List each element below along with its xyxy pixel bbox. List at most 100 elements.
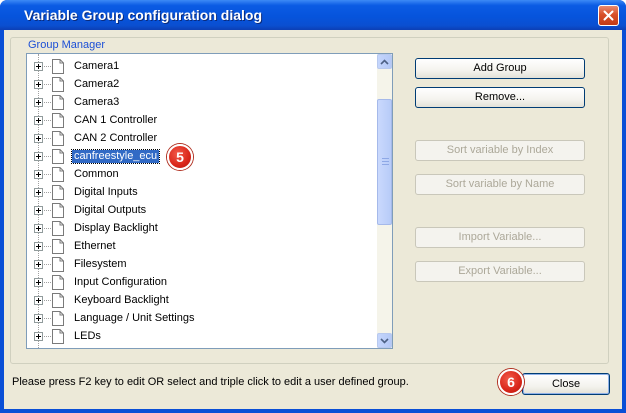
document-icon	[52, 113, 64, 128]
tree-item[interactable]: Camera2	[27, 76, 377, 94]
chevron-up-icon	[380, 58, 389, 65]
tree-item-label[interactable]: Camera2	[72, 78, 121, 91]
tree-item[interactable]: LEDs	[27, 328, 377, 346]
tree-item-label[interactable]: Common	[72, 168, 121, 181]
tree-item[interactable]: CAN 1 Controller	[27, 112, 377, 130]
tree-item-label[interactable]: Input Configuration	[72, 276, 169, 289]
expand-plus-icon[interactable]	[34, 242, 43, 251]
tree-connector-line	[44, 318, 51, 319]
tree-connector-line	[44, 120, 51, 121]
tree-connector-line	[44, 192, 51, 193]
tree-item[interactable]: canfreestyle_ecu	[27, 148, 377, 166]
document-icon	[52, 203, 64, 218]
expand-plus-icon[interactable]	[34, 152, 43, 161]
tree-item[interactable]: Common	[27, 166, 377, 184]
tree-item-label[interactable]: Digital Outputs	[72, 204, 148, 217]
grip-line	[382, 161, 389, 162]
document-icon	[52, 149, 64, 164]
document-icon	[52, 329, 64, 344]
tree-item-label[interactable]: Ethernet	[72, 240, 118, 253]
tree-item-label[interactable]: Digital Inputs	[72, 186, 140, 199]
window-close-button[interactable]	[598, 5, 619, 26]
tree-item[interactable]: Ethernet	[27, 238, 377, 256]
tree-item-label[interactable]: Keyboard Backlight	[72, 294, 171, 307]
tree-item[interactable]: Digital Outputs	[27, 202, 377, 220]
group-manager-label: Group Manager	[25, 39, 109, 51]
scroll-thumb[interactable]	[377, 99, 392, 225]
chevron-down-icon	[380, 337, 389, 344]
tree-connector-line	[44, 66, 51, 67]
document-icon	[52, 293, 64, 308]
expand-plus-icon[interactable]	[34, 278, 43, 287]
tree-connector-line	[44, 102, 51, 103]
tree-item-label[interactable]: Filesystem	[72, 258, 129, 271]
document-icon	[52, 311, 64, 326]
document-icon	[52, 221, 64, 236]
scroll-up-button[interactable]	[377, 54, 392, 69]
tree-connector-line	[44, 336, 51, 337]
tree-item[interactable]: Camera3	[27, 94, 377, 112]
tree-connector-line	[44, 138, 51, 139]
tree-item-label[interactable]: CAN 2 Controller	[72, 132, 159, 145]
document-icon	[52, 239, 64, 254]
tree-item[interactable]: Digital Inputs	[27, 184, 377, 202]
expand-plus-icon[interactable]	[34, 260, 43, 269]
tree-item-label[interactable]: Camera3	[72, 96, 121, 109]
tree-item[interactable]: Input Configuration	[27, 274, 377, 292]
close-button[interactable]: Close	[522, 373, 610, 395]
scroll-down-button[interactable]	[377, 333, 392, 348]
tree-item-label[interactable]: LEDs	[72, 330, 103, 343]
document-icon	[52, 95, 64, 110]
expand-plus-icon[interactable]	[34, 80, 43, 89]
sort-by-name-button[interactable]: Sort variable by Name	[415, 174, 585, 195]
document-icon	[52, 257, 64, 272]
expand-plus-icon[interactable]	[34, 332, 43, 341]
dialog-client-area: Group Manager Camera1 Camera2 Camera3 CAN 1…	[4, 30, 622, 409]
expand-plus-icon[interactable]	[34, 224, 43, 233]
document-icon	[52, 59, 64, 74]
tree-item-label[interactable]: canfreestyle_ecu	[70, 149, 161, 164]
tree-connector-line	[44, 282, 51, 283]
expand-plus-icon[interactable]	[34, 206, 43, 215]
expand-plus-icon[interactable]	[34, 296, 43, 305]
grip-line	[382, 158, 389, 159]
title-bar[interactable]: Variable Group configuration dialog	[0, 0, 626, 30]
window-border-right	[622, 30, 626, 413]
tree-connector-line	[44, 210, 51, 211]
tree-item[interactable]: Filesystem	[27, 256, 377, 274]
expand-plus-icon[interactable]	[34, 98, 43, 107]
group-tree[interactable]: Camera1 Camera2 Camera3 CAN 1 Controller CAN…	[26, 53, 393, 349]
expand-plus-icon[interactable]	[34, 188, 43, 197]
tree-item[interactable]: CAN 2 Controller	[27, 130, 377, 148]
step-marker-6: 6	[498, 369, 524, 395]
expand-plus-icon[interactable]	[34, 314, 43, 323]
expand-plus-icon[interactable]	[34, 170, 43, 179]
expand-plus-icon[interactable]	[34, 62, 43, 71]
add-group-button[interactable]: Add Group	[415, 58, 585, 79]
tree-connector-line	[44, 300, 51, 301]
tree-item[interactable]: Display Backlight	[27, 220, 377, 238]
tree-connector-line	[44, 264, 51, 265]
dialog-window: Variable Group configuration dialog Grou…	[0, 0, 626, 413]
expand-plus-icon[interactable]	[34, 116, 43, 125]
tree-item-label[interactable]: Camera1	[72, 60, 121, 73]
tree-item-label[interactable]: CAN 1 Controller	[72, 114, 159, 127]
tree-item[interactable]: Keyboard Backlight	[27, 292, 377, 310]
step-marker-5: 5	[167, 144, 193, 170]
document-icon	[52, 77, 64, 92]
expand-plus-icon[interactable]	[34, 134, 43, 143]
window-title: Variable Group configuration dialog	[24, 7, 263, 23]
document-icon	[52, 167, 64, 182]
hint-text: Please press F2 key to edit OR select an…	[12, 376, 409, 388]
sort-by-index-button[interactable]: Sort variable by Index	[415, 140, 585, 161]
import-variable-button[interactable]: Import Variable...	[415, 227, 585, 248]
tree-item[interactable]: Language / Unit Settings	[27, 310, 377, 328]
tree-connector-line	[44, 156, 51, 157]
tree-vertical-scrollbar[interactable]	[377, 54, 392, 348]
document-icon	[52, 185, 64, 200]
remove-button[interactable]: Remove...	[415, 87, 585, 108]
tree-item[interactable]: Camera1	[27, 58, 377, 76]
tree-item-label[interactable]: Language / Unit Settings	[72, 312, 196, 325]
export-variable-button[interactable]: Export Variable...	[415, 261, 585, 282]
tree-item-label[interactable]: Display Backlight	[72, 222, 160, 235]
